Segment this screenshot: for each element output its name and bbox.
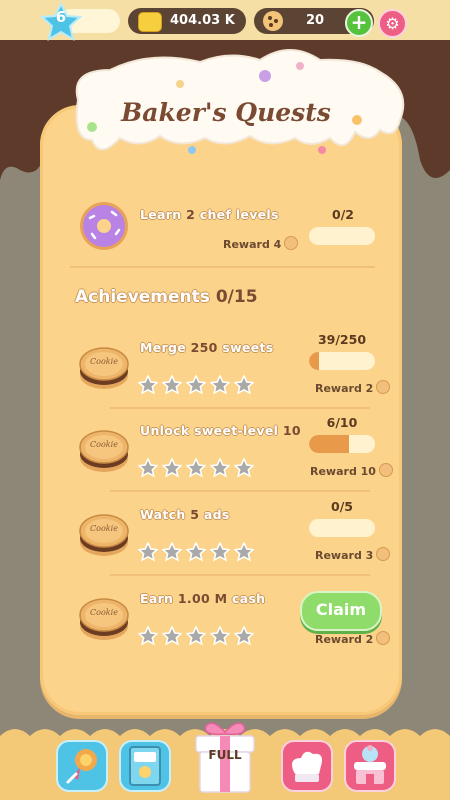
rocket-icon[interactable] xyxy=(56,740,108,792)
achievement-label-pre: Unlock sweet-level xyxy=(140,423,279,438)
quest-progress-bar xyxy=(309,227,375,245)
star-icon xyxy=(162,626,182,646)
achievement-progress-text: 0/5 xyxy=(331,499,353,514)
star-icon xyxy=(210,542,230,562)
achievement-reward: Reward 2 xyxy=(315,631,391,646)
reward-cookie-icon xyxy=(284,236,299,250)
achievement-label-pre: Watch xyxy=(140,507,186,522)
star-icon xyxy=(138,626,158,646)
cookie-sandwich-icon xyxy=(79,514,129,556)
achievement-label-number: 250 xyxy=(190,340,218,355)
icing-header xyxy=(75,49,405,154)
star-icon xyxy=(138,458,158,478)
star-icon xyxy=(186,626,206,646)
cookie-label: Cookie xyxy=(90,608,118,617)
achievement-reward: Reward 3 xyxy=(315,547,391,562)
quest-label-pre: Learn xyxy=(140,207,182,222)
achievement-progress-bar xyxy=(309,435,375,453)
divider xyxy=(110,407,370,409)
cookie-label: Cookie xyxy=(90,524,118,533)
star-icon xyxy=(210,458,230,478)
achievement-label-post: cash xyxy=(232,591,266,606)
cookie-label: Cookie xyxy=(90,357,118,366)
star-icon xyxy=(162,458,182,478)
achievement-reward-text: Reward 3 xyxy=(315,549,374,562)
reward-cookie-icon xyxy=(376,380,391,394)
shop-stall-icon[interactable] xyxy=(344,740,396,792)
achievement-label-number: 10 xyxy=(282,423,301,438)
achievement-label: Merge 250 sweets xyxy=(140,340,274,355)
achievement-label-number: 1.00 M xyxy=(177,591,228,606)
divider xyxy=(110,490,370,492)
quest-progress-text: 0/2 xyxy=(332,207,354,222)
cookie-sandwich-icon xyxy=(79,598,129,640)
achievement-label-post: sweets xyxy=(222,340,274,355)
achievements-header: Achievements 0/15 xyxy=(75,287,258,307)
star-icon xyxy=(234,458,254,478)
chef-hat-icon[interactable] xyxy=(281,740,333,792)
quest-label-post: chef levels xyxy=(199,207,279,222)
achievement-label-pre: Merge xyxy=(140,340,187,355)
achievement-progress-fill xyxy=(309,435,349,453)
star-icon xyxy=(210,375,230,395)
cookie-sandwich-icon xyxy=(79,430,129,472)
achievement-reward-text: Reward 2 xyxy=(315,382,374,395)
claim-button[interactable]: Claim xyxy=(300,591,382,631)
achievement-progress-bar xyxy=(309,352,375,370)
achievement-label: Unlock sweet-level 10 xyxy=(140,423,301,438)
donut-icon xyxy=(80,202,128,250)
divider xyxy=(70,266,375,268)
achievements-label: Achievements xyxy=(75,287,210,307)
achievement-label-number: 5 xyxy=(190,507,200,522)
achievement-label-pre: Earn xyxy=(140,591,174,606)
gift-label: FULL xyxy=(208,748,242,762)
achievement-reward-text: Reward 10 xyxy=(310,465,376,478)
achievement-reward: Reward 2 xyxy=(315,380,391,395)
reward-cookie-icon xyxy=(378,463,393,477)
page-title: Baker's Quests xyxy=(121,98,331,127)
divider xyxy=(110,574,370,576)
star-icon xyxy=(234,626,254,646)
star-icon xyxy=(162,542,182,562)
star-icon xyxy=(234,542,254,562)
reward-cookie-icon xyxy=(376,631,391,645)
quest-reward: Reward 4 xyxy=(223,236,299,251)
quest-label-number: 2 xyxy=(186,207,196,222)
achievements-count: 0/15 xyxy=(215,287,258,307)
star-icon xyxy=(162,375,182,395)
quest-label: Learn 2 chef levels xyxy=(140,207,279,222)
achievement-progress-text: 39/250 xyxy=(317,332,367,347)
reward-cookie-icon xyxy=(376,547,391,561)
star-icon xyxy=(186,458,206,478)
cookie-sandwich-icon xyxy=(79,347,129,389)
star-icon xyxy=(210,626,230,646)
star-icon xyxy=(138,375,158,395)
achievement-reward: Reward 10 xyxy=(310,463,393,478)
star-icon xyxy=(234,375,254,395)
star-icon xyxy=(138,542,158,562)
achievement-progress-bar xyxy=(309,519,375,537)
cookie-label: Cookie xyxy=(90,440,118,449)
achievement-label-post: ads xyxy=(203,507,230,522)
achievement-label: Watch 5 ads xyxy=(140,507,230,522)
achievement-reward-text: Reward 2 xyxy=(315,633,374,646)
achievement-label: Earn 1.00 M cash xyxy=(140,591,265,606)
achievement-progress-text: 6/10 xyxy=(326,415,358,430)
star-icon xyxy=(186,542,206,562)
quest-reward-text: Reward 4 xyxy=(223,238,282,251)
recipe-book-icon[interactable] xyxy=(119,740,171,792)
star-icon xyxy=(186,375,206,395)
